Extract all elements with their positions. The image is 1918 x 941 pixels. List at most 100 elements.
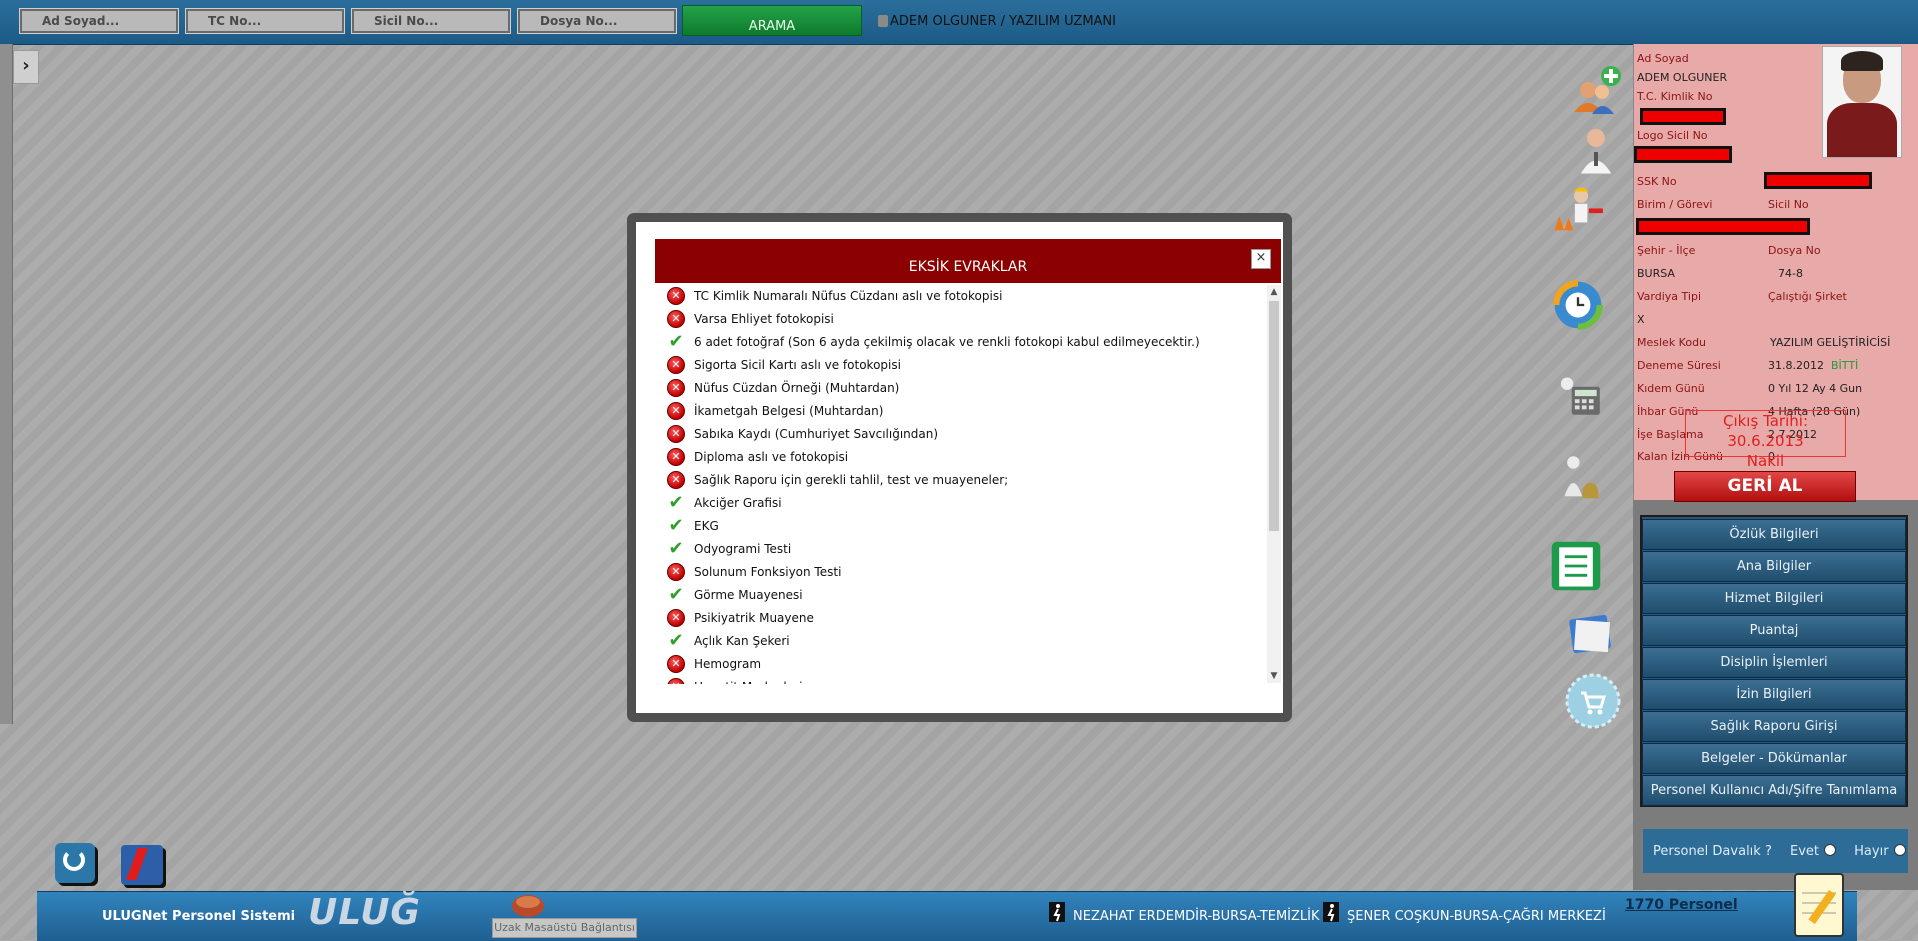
check-icon: ✔ (668, 492, 684, 513)
secondary-logo-icon[interactable] (121, 845, 163, 885)
vardiya-label: Vardiya Tipi (1637, 290, 1702, 303)
time-clock-icon[interactable] (1550, 277, 1606, 333)
document-item: ✕ Psikiyatrik Muayene (655, 607, 1255, 630)
redacted-birim (1636, 218, 1810, 235)
document-item: ✕ TC Kimlik Numaralı Nüfus Cüzdanı aslı v… (655, 285, 1255, 308)
document-item: ✔ EKG (655, 515, 1255, 538)
scroll-thumb[interactable] (1269, 301, 1279, 531)
sicil-search-input[interactable]: Sicil No... (351, 8, 511, 34)
documents-folder-icon[interactable] (1563, 605, 1619, 661)
search-button[interactable]: ARAMA (682, 5, 862, 36)
lawsuit-yes-radio[interactable] (1824, 844, 1837, 856)
document-item-label: Solunum Fonksiyon Testi (694, 565, 842, 579)
vertical-scrollbar[interactable]: ▲ ▼ (1267, 285, 1281, 683)
scroll-down-icon[interactable]: ▼ (1267, 669, 1281, 683)
error-x-icon: ✕ (667, 287, 685, 305)
menu-item[interactable]: Belgeler - Dökümanlar (1642, 743, 1906, 774)
document-item: ✕ İkametgah Belgesi (Muhtardan) (655, 400, 1255, 423)
redacted-logo-sicil (1634, 146, 1732, 163)
expand-sidebar-chevron-icon[interactable]: › (13, 50, 39, 84)
meslek-value: YAZILIM GELİŞTİRİCİSİ (1770, 336, 1891, 349)
system-name: ULUGNet Personel Sistemi (102, 909, 296, 924)
document-item-label: Varsa Ehliyet fotokopisi (694, 312, 834, 326)
document-item-label: Sağlık Raporu için gerekli tahlil, test … (694, 473, 1009, 487)
menu-item[interactable]: Personel Kullanıcı Adı/Şifre Tanımlama (1642, 775, 1906, 806)
ad-soyad-label: Ad Soyad (1637, 52, 1689, 65)
redacted-tc (1640, 108, 1726, 125)
error-x-icon: ✕ (667, 448, 685, 466)
notepad-pencil-icon[interactable] (1794, 873, 1844, 937)
top-bar: Ad Soyad... TC No... Sicil No... Dosya N… (0, 0, 1918, 45)
missing-documents-dialog: EKSİK EVRAKLAR × ✕ TC Kimlik Numaralı Nüf… (627, 213, 1292, 722)
add-personnel-icon[interactable] (1568, 62, 1624, 118)
exit-date: Çıkış Tarihi: 30.6.2013 (1722, 412, 1808, 450)
document-item-label: 6 adet fotoğraf (Son 6 ayda çekilmiş ola… (694, 335, 1200, 349)
clipboard-checklist-icon[interactable] (1548, 538, 1604, 594)
personnel-menu: Özlük Bilgileri Ana Bilgiler Hizmet Bilgil… (1642, 519, 1906, 806)
document-item: ✔ Açlık Kan Şekeri (655, 630, 1255, 653)
lawsuit-label: Personel Davalık ? (1653, 844, 1772, 859)
remote-desktop-label[interactable]: Uzak Masaüstü Bağlantısı (492, 918, 637, 938)
tc-search-input[interactable]: TC No... (185, 8, 345, 34)
meslek-label: Meslek Kodu (1637, 336, 1707, 349)
error-x-icon: ✕ (667, 356, 685, 374)
name-search-input[interactable]: Ad Soyad... (19, 8, 179, 34)
document-item-label: Diploma aslı ve fotokopisi (694, 450, 849, 464)
money-bag-icon[interactable] (1550, 450, 1606, 506)
menu-item[interactable]: Sağlık Raporu Girişi (1642, 711, 1906, 742)
menu-item[interactable]: Puantaj (1642, 615, 1906, 646)
sicil-label: Sicil No (1768, 198, 1809, 211)
personnel-photo (1822, 46, 1902, 158)
tc-label: T.C. Kimlik No (1637, 90, 1713, 103)
menu-item[interactable]: Ana Bilgiler (1642, 551, 1906, 582)
deneme-value: 31.8.2012 (1768, 359, 1824, 372)
exit-person-icon (1049, 902, 1065, 922)
dosya-label: Dosya No (1768, 244, 1821, 257)
deneme-label: Deneme Süresi (1637, 359, 1721, 372)
scroll-up-icon[interactable]: ▲ (1267, 285, 1281, 299)
sehir-label: Şehir - İlçe (1637, 244, 1696, 257)
undo-button[interactable]: GERİ AL (1674, 471, 1856, 502)
dosya-value: 74-8 (1778, 267, 1803, 280)
exit-stamp: Çıkış Tarihi: 30.6.2013 Nakil (1685, 410, 1846, 470)
document-item-label: Nüfus Cüzdan Örneği (Muhtardan) (694, 381, 900, 395)
deneme-status: BİTTİ (1831, 359, 1859, 372)
doctor-icon[interactable] (1568, 122, 1624, 178)
menu-item[interactable]: Özlük Bilgileri (1642, 519, 1906, 550)
calistigi-sirket-label: Çalıştığı Şirket (1768, 290, 1847, 303)
ticker-entry-1: NEZAHAT ERDEMDİR-BURSA-TEMİZLİK (1073, 909, 1320, 924)
document-item: ✔ 6 adet fotoğraf (Son 6 ayda çekilmiş ol… (655, 331, 1255, 354)
current-user-label: ADEM OLGUNER / YAZILIM UZMANI (890, 14, 1116, 29)
document-item: ✕ Nüfus Cüzdan Örneği (Muhtardan) (655, 377, 1255, 400)
document-item-label: Görme Muayenesi (694, 588, 803, 602)
document-item-label: Akciğer Grafisi (694, 496, 782, 510)
error-x-icon: ✕ (667, 563, 685, 581)
menu-item[interactable]: Hizmet Bilgileri (1642, 583, 1906, 614)
document-list-area: ✕ TC Kimlik Numaralı Nüfus Cüzdanı aslı v… (655, 285, 1281, 684)
remote-desktop-icon[interactable] (508, 892, 548, 918)
lawsuit-no-radio[interactable] (1893, 844, 1906, 856)
error-x-icon: ✕ (667, 379, 685, 397)
dialog-header: EKSİK EVRAKLAR × (655, 239, 1281, 283)
shopping-cart-icon[interactable] (1565, 673, 1621, 729)
dosya-search-input[interactable]: Dosya No... (517, 8, 677, 34)
document-item-label: Odyogrami Testi (694, 542, 792, 556)
user-icon (878, 15, 888, 27)
menu-item[interactable]: İzin Bilgileri (1642, 679, 1906, 710)
ad-soyad-value: ADEM OLGUNER (1637, 71, 1728, 84)
document-item-label: Hemogram (694, 657, 762, 671)
personnel-count-link[interactable]: 1770 Personel (1625, 897, 1738, 913)
error-x-icon: ✕ (667, 402, 685, 420)
close-icon[interactable]: × (1251, 249, 1271, 269)
left-panel-strip (0, 44, 13, 724)
construction-worker-icon[interactable] (1550, 182, 1606, 238)
document-item: ✕ Diploma aslı ve fotokopisi (655, 446, 1255, 469)
brand-logo: ULUĞ (308, 892, 421, 933)
ulug-logo-icon[interactable] (55, 843, 95, 883)
check-icon: ✔ (668, 538, 684, 559)
check-icon: ✔ (668, 515, 684, 536)
document-item-label: Sabıka Kaydı (Cumhuriyet Savcılığından) (694, 427, 939, 441)
document-item-label: Açlık Kan Şekeri (694, 634, 790, 648)
menu-item[interactable]: Disiplin İşlemleri (1642, 647, 1906, 678)
calculator-icon[interactable] (1550, 365, 1606, 421)
